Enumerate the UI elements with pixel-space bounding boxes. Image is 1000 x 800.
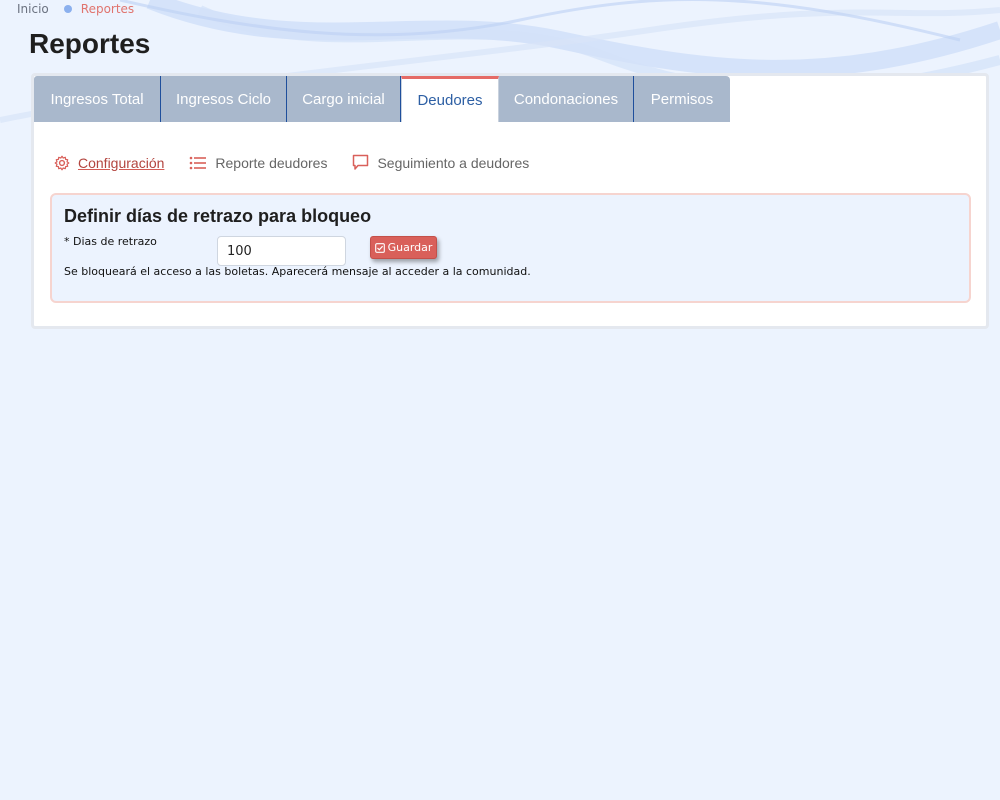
breadcrumb-separator-icon xyxy=(63,5,72,13)
subnav-configuracion[interactable]: Configuración xyxy=(54,155,164,171)
tab-deudores[interactable]: Deudores xyxy=(401,76,499,122)
retrazo-config-card: Definir días de retrazo para bloqueo * D… xyxy=(50,193,971,303)
comment-icon xyxy=(353,154,369,170)
list-icon xyxy=(190,156,207,169)
save-button[interactable]: Guardar xyxy=(370,236,437,259)
dias-retrazo-input[interactable] xyxy=(217,236,346,266)
report-tabs: Ingresos Total Ingresos Ciclo Cargo inic… xyxy=(34,76,730,122)
reports-panel: Ingresos Total Ingresos Ciclo Cargo inic… xyxy=(31,73,989,329)
page-title: Reportes xyxy=(29,28,151,59)
subnav-reporte-deudores[interactable]: Reporte deudores xyxy=(189,155,327,171)
breadcrumb: Inicio Reportes xyxy=(17,2,134,16)
check-square-icon xyxy=(374,242,385,253)
tab-ingresos-total[interactable]: Ingresos Total xyxy=(34,76,161,122)
dias-retrazo-label: * Dias de retrazo xyxy=(64,235,157,248)
save-button-label: Guardar xyxy=(387,241,433,254)
tab-condonaciones[interactable]: Condonaciones xyxy=(499,76,634,122)
tab-permisos[interactable]: Permisos xyxy=(634,76,730,122)
deudores-subnav: Configuración Reporte deudores Seguimien… xyxy=(54,154,554,171)
subnav-seguimiento-deudores[interactable]: Seguimiento a deudores xyxy=(352,154,529,171)
gear-icon xyxy=(54,155,70,170)
breadcrumb-current: Reportes xyxy=(80,2,135,16)
subnav-seguimiento-deudores-label: Seguimiento a deudores xyxy=(377,154,530,171)
help-text: Se bloqueará el acceso a las boletas. Ap… xyxy=(64,265,531,278)
card-title: Definir días de retrazo para bloqueo xyxy=(64,206,372,226)
breadcrumb-home-link[interactable]: Inicio xyxy=(17,2,49,16)
subnav-configuracion-label: Configuración xyxy=(78,154,165,171)
subnav-reporte-deudores-label: Reporte deudores xyxy=(215,154,328,171)
tab-cargo-inicial[interactable]: Cargo inicial xyxy=(287,76,401,122)
tab-ingresos-ciclo[interactable]: Ingresos Ciclo xyxy=(161,76,287,122)
